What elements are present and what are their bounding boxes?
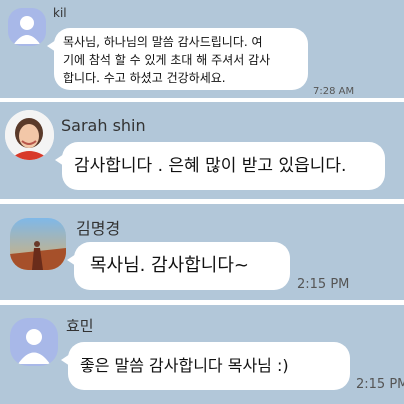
message-text: 목사님. 감사합니다~	[90, 255, 250, 276]
sender-name: Sarah shin	[61, 116, 146, 135]
profile-photo-avatar[interactable]	[5, 110, 54, 160]
message-bubble[interactable]: 감사합니다 . 은혜 많이 받고 있읍니다.	[55, 142, 385, 190]
profile-photo-avatar[interactable]	[10, 218, 66, 270]
message-text-line: 기에 참석 할 수 있게 초대 해 주셔서 감사	[63, 53, 271, 67]
chat-panel-sarah: Sarah shin 감사합니다 . 은혜 많이 받고 있읍니다.	[0, 102, 404, 199]
default-avatar-icon[interactable]	[8, 8, 46, 46]
message-bubble[interactable]: 좋은 말씀 감사합니다 목사님 :)	[61, 342, 350, 390]
message-text: 감사합니다 . 은혜 많이 받고 있읍니다.	[74, 156, 347, 176]
sender-name: 효민	[66, 317, 94, 335]
message-bubble[interactable]: 목사님, 하나님의 말씀 감사드립니다. 여 기에 참석 할 수 있게 초대 해…	[47, 28, 308, 90]
chat-panel-kimmyeonggyeong: 김명경 목사님. 감사합니다~ 2:15 PM	[0, 204, 404, 300]
message-timestamp: 2:15 PM	[356, 377, 404, 392]
sender-name: kil	[53, 6, 67, 20]
message-timestamp: 7:28 AM	[313, 86, 355, 97]
message-timestamp: 2:15 PM	[297, 277, 350, 292]
chat-panel-hyomin: 효민 좋은 말씀 감사합니다 목사님 :) 2:15 PM	[0, 305, 404, 404]
message-bubble[interactable]: 목사님. 감사합니다~	[67, 242, 290, 290]
message-text: 좋은 말씀 감사합니다 목사님 :)	[80, 356, 289, 375]
message-text-line: 목사님, 하나님의 말씀 감사드립니다. 여	[63, 35, 263, 49]
sender-name: 김명경	[76, 219, 121, 238]
chat-panel-kil: kil 목사님, 하나님의 말씀 감사드립니다. 여 기에 참석 할 수 있게 …	[0, 0, 404, 98]
message-text-line: 합니다. 수고 하셨고 건강하세요.	[63, 71, 226, 85]
default-avatar-icon[interactable]	[10, 318, 58, 366]
